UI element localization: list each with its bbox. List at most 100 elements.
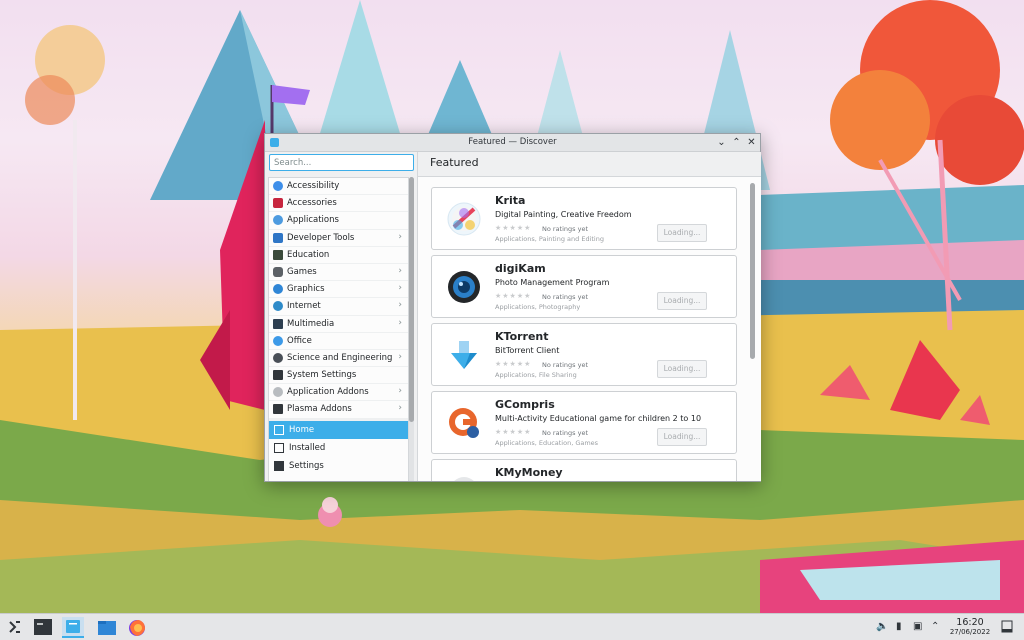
sidebar-item-accessories[interactable]: Accessories <box>269 195 408 213</box>
app-card-kmymoney[interactable]: KMyMoney <box>431 459 737 481</box>
app-ratings: No ratings yet <box>542 225 589 233</box>
nav-home-label: Home <box>289 424 315 435</box>
app-card-gcompris[interactable]: GCompris Multi-Activity Educational game… <box>431 391 737 454</box>
sidebar-item-office[interactable]: Office <box>269 333 408 350</box>
gcompris-icon <box>449 408 479 438</box>
window-titlebar[interactable]: Featured — Discover ⌄ ⌃ ✕ <box>265 134 760 152</box>
install-button[interactable]: Loading... <box>657 360 707 378</box>
sidebar-scrollbar[interactable] <box>409 177 414 481</box>
nav-installed-label: Installed <box>289 442 326 453</box>
krita-icon <box>447 202 481 236</box>
sidebar-item-developer-tools[interactable]: Developer Tools › <box>269 230 408 247</box>
sidebar-item-application-addons[interactable]: Application Addons › <box>269 384 408 402</box>
sidebar-item-label: Office <box>287 335 312 346</box>
taskbar-discover-button[interactable] <box>62 617 84 638</box>
application-launcher-icon[interactable] <box>4 617 26 638</box>
close-icon[interactable]: ✕ <box>745 136 758 149</box>
sidebar: Accessibility Accessories Applications D… <box>265 152 416 481</box>
chevron-up-icon[interactable]: ⌃ <box>730 136 743 149</box>
nav-settings[interactable]: Settings <box>269 457 408 475</box>
chevron-right-icon: › <box>398 351 402 362</box>
digital-clock[interactable]: 16:20 27/06/2022 <box>947 617 993 636</box>
install-button[interactable]: Loading... <box>657 428 707 446</box>
system-settings-icon <box>273 370 283 381</box>
chevron-right-icon: › <box>398 265 402 276</box>
clock-date: 27/06/2022 <box>949 628 991 636</box>
settings-icon <box>274 460 284 471</box>
app-card-ktorrent[interactable]: KTorrent BitTorrent Client ★★★★★ No rati… <box>431 323 737 386</box>
app-description: Multi-Activity Educational game for chil… <box>495 414 702 423</box>
gamepad-icon <box>273 266 283 277</box>
sidebar-item-label: System Settings <box>287 370 357 381</box>
sidebar-item-science-and-engineering[interactable]: Science and Engineering › <box>269 350 408 368</box>
chevron-up-icon[interactable]: ⌃ <box>931 621 939 632</box>
discover-window: Featured — Discover ⌄ ⌃ ✕ Accessibility … <box>264 133 761 482</box>
app-description: Digital Painting, Creative Freedom <box>495 210 632 219</box>
taskbar: 🔈 ▮ ▣ ⌃ 16:20 27/06/2022 <box>0 613 1024 640</box>
main-content: Featured Krita Digital Painting, Creativ… <box>417 152 761 481</box>
chevron-right-icon: › <box>398 283 402 294</box>
device-notifier-icon[interactable]: ▮ <box>896 621 902 632</box>
app-card-digikam[interactable]: digiKam Photo Management Program ★★★★★ N… <box>431 255 737 318</box>
discover-icon <box>66 620 80 633</box>
sidebar-item-applications[interactable]: Applications <box>269 212 408 230</box>
installed-icon <box>274 442 284 453</box>
category-list: Accessibility Accessories Applications D… <box>268 177 409 481</box>
sidebar-item-games[interactable]: Games › <box>269 264 408 282</box>
chevron-down-icon[interactable]: ⌄ <box>715 136 728 149</box>
sidebar-item-label: Plasma Addons <box>287 404 352 415</box>
sidebar-item-label: Developer Tools <box>287 232 355 243</box>
kmymoney-icon <box>454 477 474 481</box>
app-name: Krita <box>495 194 526 207</box>
nav-home[interactable]: Home <box>269 420 408 439</box>
nav-installed[interactable]: Installed <box>269 439 408 457</box>
science-icon <box>273 352 283 363</box>
app-card-krita[interactable]: Krita Digital Painting, Creative Freedom… <box>431 187 737 250</box>
plasma-addons-icon <box>273 404 283 415</box>
app-ratings: No ratings yet <box>542 293 589 301</box>
app-name: digiKam <box>495 262 546 275</box>
rating-stars-icon: ★★★★★ <box>495 292 532 300</box>
office-icon <box>273 335 283 346</box>
volume-icon[interactable]: 🔈 <box>876 621 888 632</box>
sidebar-item-label: Accessibility <box>287 181 340 191</box>
firefox-icon[interactable] <box>126 617 148 638</box>
rating-stars-icon: ★★★★★ <box>495 224 532 232</box>
sidebar-scrollbar-thumb[interactable] <box>409 177 414 422</box>
app-description: BitTorrent Client <box>495 346 560 355</box>
sidebar-item-label: Science and Engineering <box>287 352 393 363</box>
show-desktop-icon[interactable] <box>1001 620 1013 633</box>
sidebar-item-graphics[interactable]: Graphics › <box>269 281 408 299</box>
install-button[interactable]: Loading... <box>657 224 707 242</box>
sidebar-item-multimedia[interactable]: Multimedia › <box>269 316 408 333</box>
accessories-icon <box>273 198 283 209</box>
featured-app-list: Krita Digital Painting, Creative Freedom… <box>418 176 761 481</box>
sidebar-item-label: Games <box>287 266 317 277</box>
addons-icon <box>273 387 283 398</box>
accessibility-icon <box>273 181 283 191</box>
sidebar-item-system-settings[interactable]: System Settings <box>269 367 408 385</box>
content-scrollbar[interactable] <box>750 183 755 359</box>
app-categories: Applications, Education, Games <box>495 439 599 447</box>
nav-settings-label: Settings <box>289 460 324 471</box>
chevron-right-icon: › <box>398 231 402 242</box>
network-icon[interactable]: ▣ <box>913 621 922 632</box>
chevron-right-icon: › <box>398 300 402 311</box>
sidebar-item-internet[interactable]: Internet › <box>269 298 408 316</box>
page-title: Featured <box>430 156 479 169</box>
file-manager-icon[interactable] <box>96 617 118 638</box>
graphics-icon <box>273 284 283 295</box>
app-name: GCompris <box>495 398 555 411</box>
terminal-icon[interactable] <box>32 617 54 638</box>
sidebar-item-plasma-addons[interactable]: Plasma Addons › <box>269 401 408 419</box>
install-button[interactable]: Loading... <box>657 292 707 310</box>
app-name: KMyMoney <box>495 466 563 479</box>
sidebar-item-label: Applications <box>287 215 339 226</box>
search-input[interactable] <box>269 154 414 171</box>
chevron-right-icon: › <box>398 403 402 414</box>
app-ratings: No ratings yet <box>542 429 589 437</box>
education-icon <box>273 249 283 260</box>
sidebar-item-accessibility[interactable]: Accessibility <box>269 178 408 196</box>
sidebar-item-label: Application Addons <box>287 387 369 398</box>
sidebar-item-education[interactable]: Education <box>269 247 408 264</box>
